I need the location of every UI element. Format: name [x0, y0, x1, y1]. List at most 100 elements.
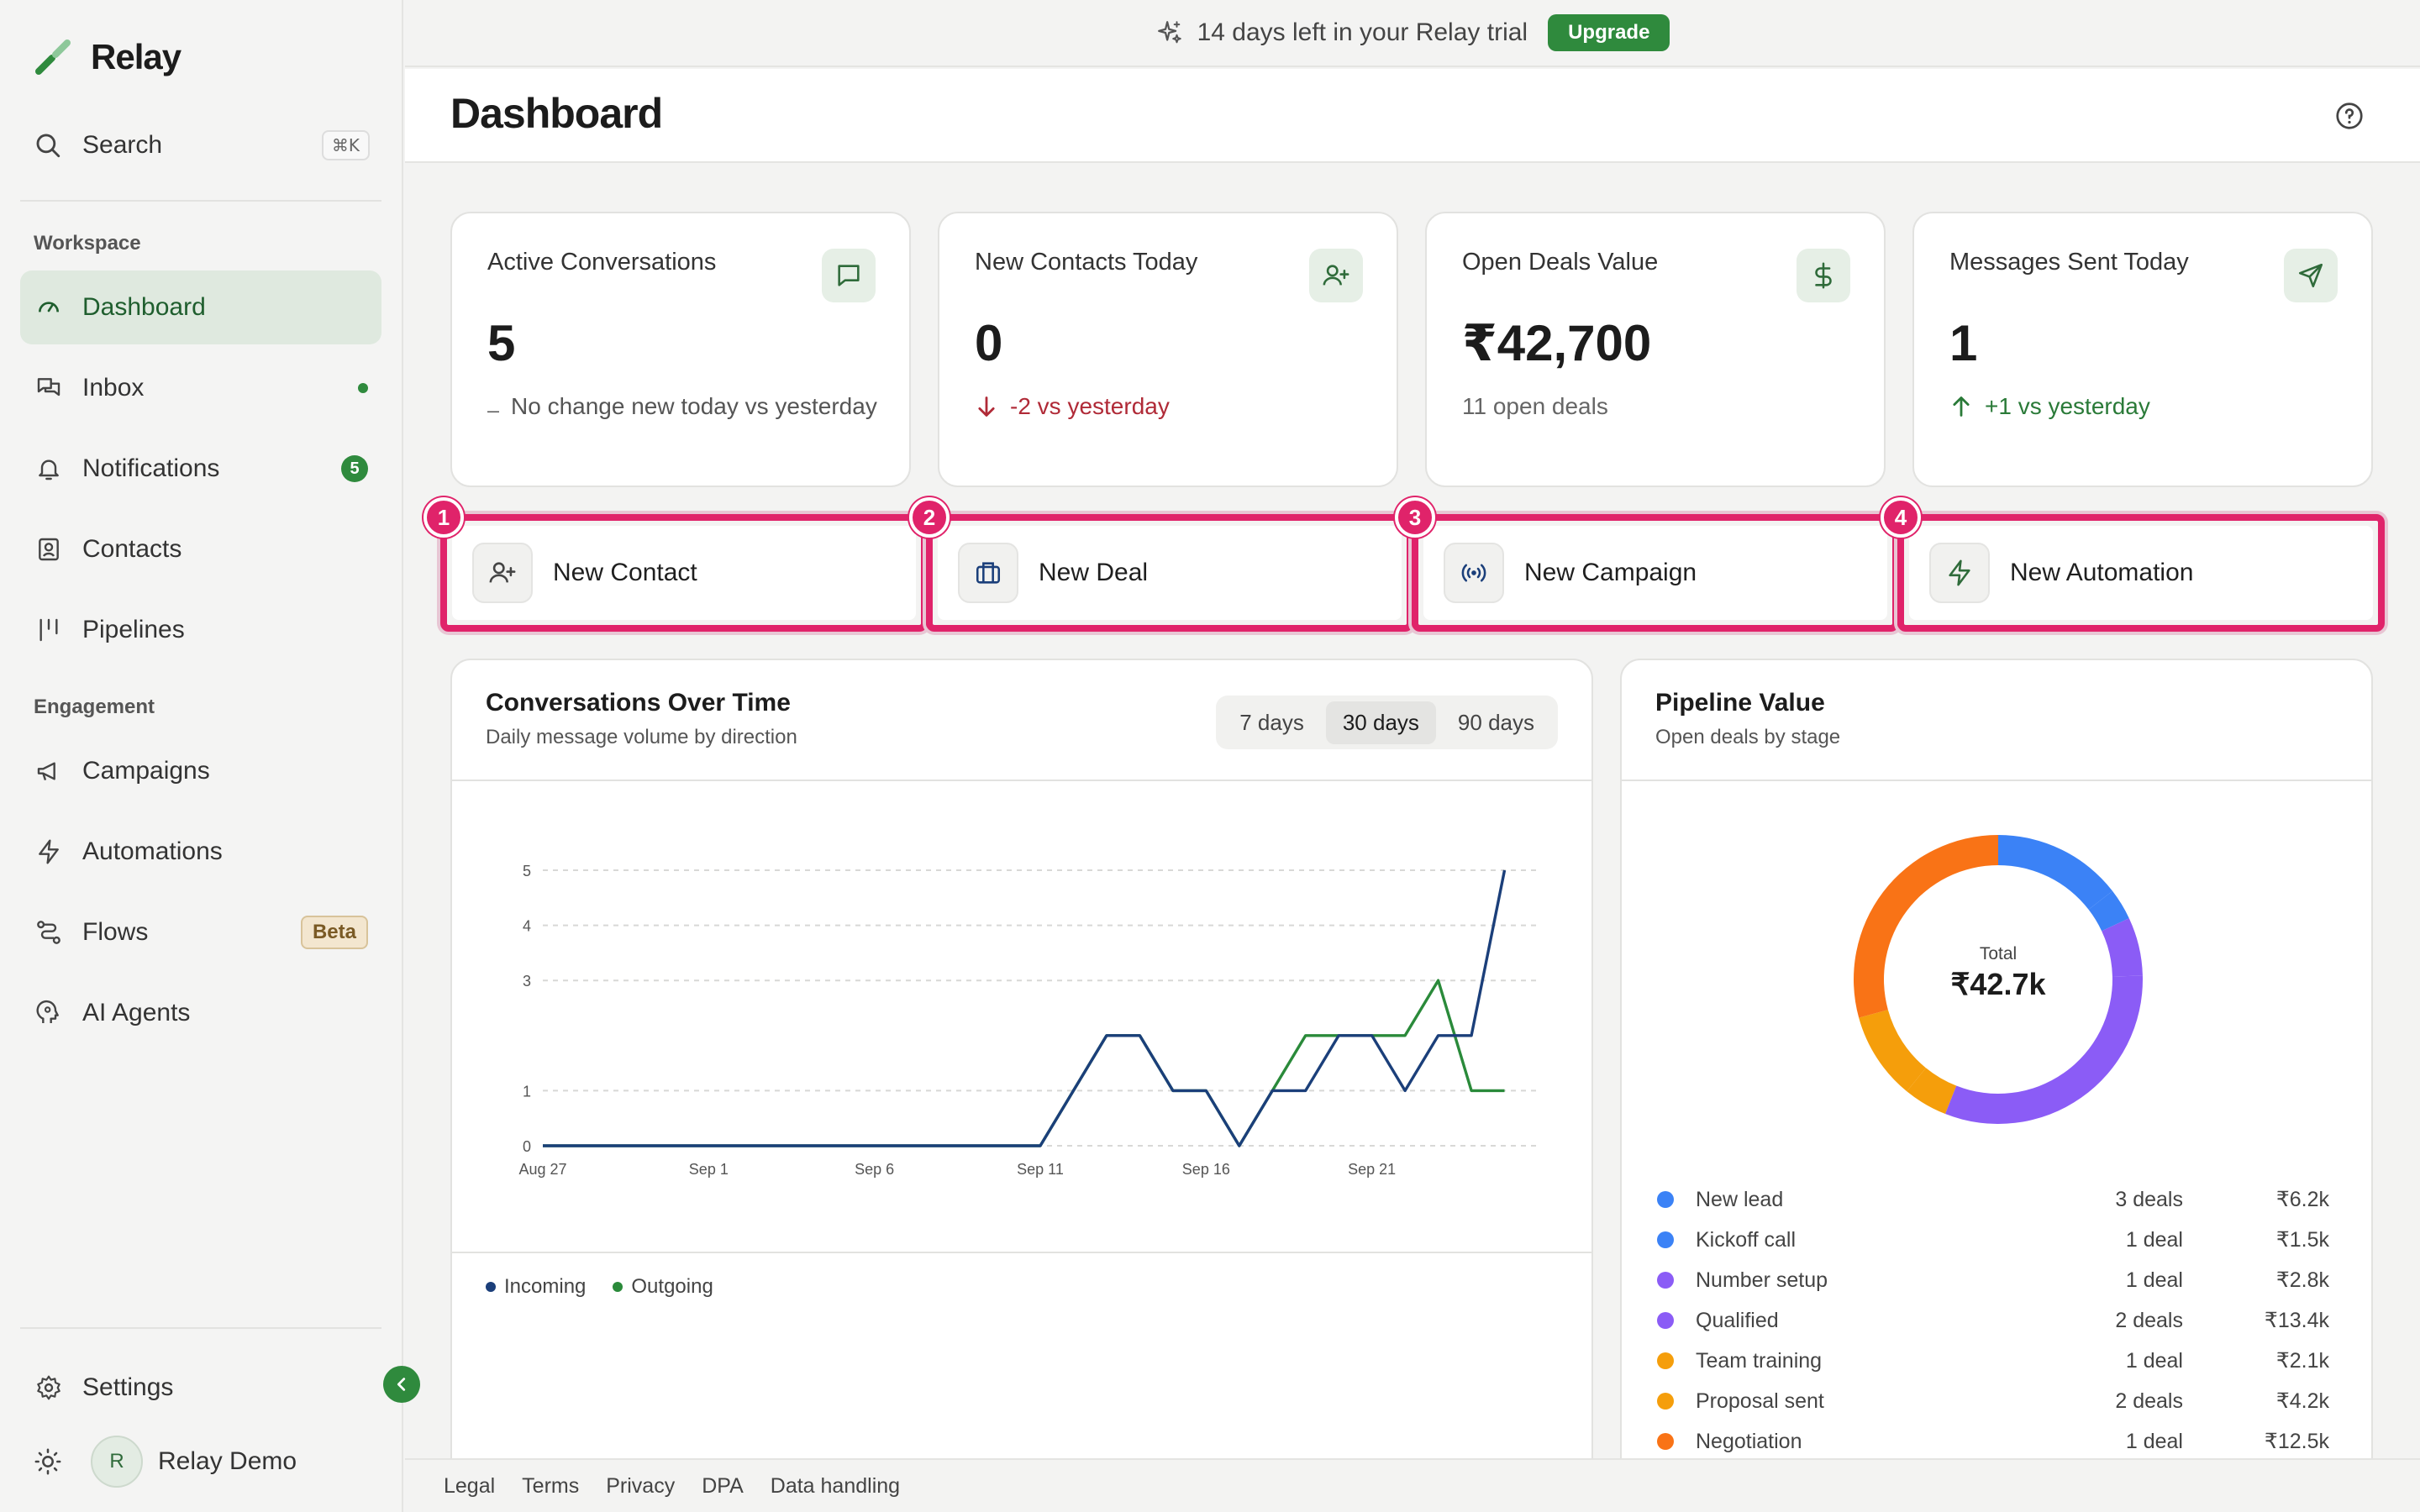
quick-action-card[interactable]: New Contact	[452, 526, 916, 620]
logo[interactable]: Relay	[34, 37, 182, 77]
legend-dot	[486, 1282, 496, 1292]
donut-slice[interactable]	[1859, 1010, 1927, 1092]
flow-icon	[34, 917, 64, 948]
app-name: Relay	[91, 37, 182, 76]
stat-trend-text: -2 vs yesterday	[1010, 393, 1170, 419]
sidebar-item-campaigns[interactable]: Campaigns	[20, 734, 381, 808]
sidebar-item-ai-agents[interactable]: AI Agents	[20, 976, 381, 1050]
quick-action-new-deal[interactable]: New Deal 2	[909, 497, 1413, 632]
quick-action-number: 3	[1395, 497, 1435, 538]
divider	[20, 200, 381, 202]
upgrade-button[interactable]: Upgrade	[1548, 14, 1670, 51]
x-tick-label: Sep 6	[855, 1161, 894, 1178]
quick-action-card[interactable]: New Campaign	[1423, 526, 1887, 620]
page-title: Dashboard	[450, 90, 663, 137]
sidebar-item-pipelines[interactable]: Pipelines	[20, 593, 381, 667]
conversations-panel: Conversations Over Time Daily message vo…	[450, 659, 1593, 1499]
legend-outgoing: Outgoing	[613, 1275, 713, 1299]
stage-deal-count: 1 deal	[2125, 1268, 2183, 1292]
section-label-engagement: Engagement	[34, 696, 155, 718]
x-tick-label: Sep 1	[689, 1161, 729, 1178]
main-content: 14 days left in your Relay trial Upgrade…	[405, 0, 2420, 1512]
pipeline-stage-row: Qualified 2 deals ₹13.4k	[1657, 1304, 2329, 1337]
stage-name: New lead	[1696, 1187, 1784, 1211]
send-icon	[2284, 249, 2338, 302]
footer-link-data-handling[interactable]: Data handling	[771, 1474, 900, 1499]
gear-icon	[34, 1373, 64, 1403]
search-label: Search	[82, 131, 163, 159]
dash-icon: ⎯	[487, 396, 500, 423]
sidebar-item-label: Campaigns	[82, 757, 210, 785]
donut-slice[interactable]	[1998, 835, 2113, 910]
stage-color-dot	[1657, 1393, 1674, 1410]
stage-value: ₹12.5k	[2264, 1430, 2329, 1453]
stat-card-new-contacts: New Contacts Today 0 -2 vs yesterday	[938, 212, 1398, 487]
quick-action-new-contact[interactable]: New Contact 1	[424, 497, 928, 632]
dollar-icon	[1797, 249, 1850, 302]
lightning-icon	[1929, 543, 1990, 603]
sidebar-item-inbox[interactable]: Inbox	[20, 351, 381, 425]
stage-color-dot	[1657, 1312, 1674, 1329]
sidebar-item-flows[interactable]: Flows Beta	[20, 895, 381, 969]
stat-trend: +1 vs yesterday	[1949, 390, 2344, 423]
footer-link-terms[interactable]: Terms	[522, 1474, 579, 1499]
trial-text: 14 days left in your Relay trial	[1197, 18, 1528, 46]
pipeline-stage-row: New lead 3 deals ₹6.2k	[1657, 1183, 2329, 1216]
contact-card-icon	[34, 534, 64, 564]
footer: Legal Terms Privacy DPA Data handling	[405, 1458, 2420, 1512]
footer-link-dpa[interactable]: DPA	[702, 1474, 744, 1499]
sidebar-item-notifications[interactable]: Notifications 5	[20, 432, 381, 506]
broadcast-icon	[1444, 543, 1504, 603]
range-selector: 7 days 30 days 90 days	[1216, 696, 1558, 749]
quick-action-card[interactable]: New Automation	[1909, 526, 2373, 620]
quick-action-new-campaign[interactable]: New Campaign 3	[1395, 497, 1899, 632]
robot-head-icon	[34, 998, 64, 1028]
user-menu[interactable]: R Relay Demo	[34, 1435, 387, 1488]
stage-name: Qualified	[1696, 1308, 1779, 1332]
divider	[452, 1252, 1591, 1253]
pipeline-stage-row: Negotiation 1 deal ₹12.5k	[1657, 1425, 2329, 1458]
sidebar-item-dashboard[interactable]: Dashboard	[20, 270, 381, 344]
quick-action-new-automation[interactable]: New Automation 4	[1881, 497, 2385, 632]
sun-icon[interactable]	[34, 1447, 62, 1476]
footer-link-legal[interactable]: Legal	[444, 1474, 495, 1499]
arrow-down-icon	[978, 396, 995, 417]
unread-dot	[358, 383, 368, 393]
quick-action-card[interactable]: New Deal	[938, 526, 1402, 620]
section-label-workspace: Workspace	[34, 232, 141, 255]
x-tick-label: Sep 11	[1017, 1161, 1064, 1178]
quick-action-label: New Contact	[553, 559, 697, 586]
search-icon	[36, 134, 60, 158]
footer-link-privacy[interactable]: Privacy	[606, 1474, 675, 1499]
stage-value: ₹4.2k	[2275, 1389, 2329, 1413]
sidebar-item-label: Inbox	[82, 374, 145, 402]
range-30-days[interactable]: 30 days	[1325, 701, 1436, 744]
stage-deal-count: 1 deal	[2125, 1348, 2183, 1373]
y-tick-label: 1	[523, 1083, 531, 1100]
stat-title: Active Conversations	[487, 249, 717, 276]
sidebar-item-automations[interactable]: Automations	[20, 815, 381, 889]
search-button[interactable]: Search ⌘K	[34, 124, 370, 166]
sidebar-item-settings[interactable]: Settings	[20, 1351, 381, 1425]
range-90-days[interactable]: 90 days	[1441, 701, 1551, 744]
trial-banner: 14 days left in your Relay trial Upgrade	[405, 0, 2420, 67]
series-line-outgoing	[543, 979, 1505, 1147]
stage-color-dot	[1657, 1191, 1674, 1208]
stage-color-dot	[1657, 1352, 1674, 1369]
pipeline-panel: Pipeline Value Open deals by stage Total…	[1620, 659, 2373, 1499]
donut-total-label: Total	[1980, 944, 2017, 963]
stage-value: ₹2.1k	[2275, 1349, 2329, 1373]
bell-icon	[34, 454, 64, 484]
stage-name: Negotiation	[1696, 1429, 1802, 1453]
legend-incoming: Incoming	[486, 1275, 586, 1299]
sidebar-item-label: Flows	[82, 918, 149, 946]
stat-card-open-deals: Open Deals Value ₹42,700 11 open deals	[1425, 212, 1886, 487]
y-tick-label: 3	[523, 973, 531, 990]
help-icon[interactable]	[2334, 101, 2365, 131]
range-7-days[interactable]: 7 days	[1223, 701, 1321, 744]
y-tick-label: 0	[523, 1138, 531, 1155]
sidebar-item-contacts[interactable]: Contacts	[20, 512, 381, 586]
stat-trend-text: 11 open deals	[1462, 393, 1608, 419]
stage-color-dot	[1657, 1272, 1674, 1289]
pipeline-stage-row: Proposal sent 2 deals ₹4.2k	[1657, 1384, 2329, 1418]
